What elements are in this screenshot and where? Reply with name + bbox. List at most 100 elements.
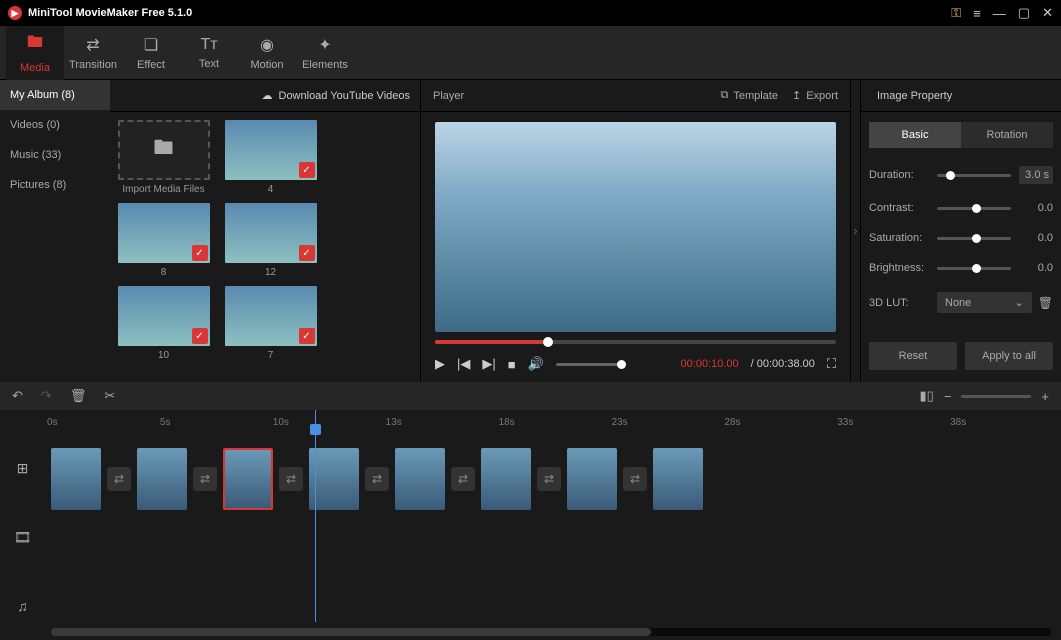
prev-frame-icon[interactable]: |◀ — [457, 356, 470, 372]
tab-elements[interactable]: ✦Elements — [296, 26, 354, 80]
sidebar-item[interactable]: Pictures (8) — [0, 170, 110, 200]
undo-icon[interactable]: ↶ — [12, 388, 23, 404]
add-track-icon[interactable]: ⊞ — [0, 434, 45, 503]
redo-icon[interactable]: ↷ — [41, 388, 52, 404]
tab-media[interactable]: 🖿Media — [6, 26, 64, 80]
import-media-button[interactable]: 🖿 — [118, 120, 210, 180]
transition-slot[interactable]: ⇄ — [107, 467, 131, 491]
property-title: Image Property — [865, 90, 952, 102]
contrast-label: Contrast: — [869, 202, 929, 214]
timeline-clip[interactable] — [481, 448, 531, 510]
media-item[interactable]: ✓8 — [116, 203, 211, 278]
contrast-slider[interactable] — [937, 207, 1011, 210]
timeline-clip[interactable] — [395, 448, 445, 510]
volume-icon[interactable]: 🔊 — [528, 356, 544, 372]
template-button[interactable]: ⧉ Template — [720, 89, 778, 102]
contrast-value: 0.0 — [1019, 202, 1053, 214]
snap-icon[interactable]: ▮▯ — [920, 388, 934, 404]
tab-transition[interactable]: ⇄Transition — [64, 26, 122, 80]
apply-all-button[interactable]: Apply to all — [965, 342, 1053, 370]
zoom-slider[interactable] — [961, 395, 1031, 398]
media-thumbnail[interactable]: ✓ — [225, 120, 317, 180]
next-frame-icon[interactable]: ▶| — [482, 356, 495, 372]
menu-icon[interactable]: ≡ — [973, 6, 981, 21]
play-icon[interactable]: ▶ — [435, 356, 445, 372]
delete-icon[interactable]: 🗑 — [70, 388, 87, 404]
media-thumbnail[interactable]: ✓ — [118, 203, 210, 263]
reset-button[interactable]: Reset — [869, 342, 957, 370]
transition-slot[interactable]: ⇄ — [623, 467, 647, 491]
sidebar-item[interactable]: Videos (0) — [0, 110, 110, 140]
timeline: ⊞ 🎞 ♫ 0s5s10s13s18s23s28s33s38s ⇄⇄⇄⇄⇄⇄⇄ — [0, 410, 1061, 640]
playhead[interactable] — [315, 410, 316, 622]
download-youtube-link[interactable]: ☁ Download YouTube Videos — [110, 80, 420, 112]
timeline-clip[interactable] — [137, 448, 187, 510]
split-icon[interactable]: ✂ — [104, 388, 115, 404]
duration-value[interactable]: 3.0 s — [1019, 166, 1053, 184]
sidebar-item[interactable]: My Album (8) — [0, 80, 110, 110]
stop-icon[interactable]: ■ — [508, 357, 516, 372]
zoom-out-icon[interactable]: − — [944, 389, 952, 404]
sidebar: My Album (8)Videos (0)Music (33)Pictures… — [0, 80, 110, 382]
minimize-icon[interactable]: — — [993, 6, 1006, 21]
brightness-slider[interactable] — [937, 267, 1011, 270]
key-icon[interactable]: ⚿ — [951, 5, 961, 21]
timeline-clip[interactable] — [309, 448, 359, 510]
timeline-clip[interactable] — [51, 448, 101, 510]
transition-slot[interactable]: ⇄ — [193, 467, 217, 491]
player-progress[interactable] — [435, 340, 836, 344]
saturation-slider[interactable] — [937, 237, 1011, 240]
elements-icon: ✦ — [318, 35, 331, 55]
ruler-tick: 13s — [384, 410, 497, 434]
transition-icon: ⇄ — [86, 35, 99, 55]
duration-slider[interactable] — [937, 174, 1011, 177]
lut-select[interactable]: None ⌄ — [937, 292, 1032, 313]
brightness-label: Brightness: — [869, 262, 929, 274]
video-track[interactable]: ⇄ ⇄ ⇄ ⇄ ⇄ ⇄ ⇄ — [45, 434, 1061, 524]
media-item[interactable]: ✓12 — [223, 203, 318, 278]
close-icon[interactable]: ✕ — [1042, 5, 1053, 21]
transition-slot[interactable]: ⇄ — [365, 467, 389, 491]
timeline-clip[interactable] — [567, 448, 617, 510]
fullscreen-icon[interactable]: ⛶ — [827, 356, 836, 372]
ruler-tick: 0s — [45, 410, 158, 434]
folder-icon: 🖿 — [27, 31, 43, 58]
tab-basic[interactable]: Basic — [869, 122, 961, 148]
audio-track-icon[interactable]: ♫ — [0, 571, 45, 640]
download-label: Download YouTube Videos — [279, 90, 411, 102]
player-panel: Player ⧉ Template ↥ Export ▶ |◀ ▶| ■ 🔊 0… — [420, 80, 851, 382]
trash-icon[interactable]: 🗑 — [1038, 296, 1053, 310]
timeline-ruler[interactable]: 0s5s10s13s18s23s28s33s38s — [45, 410, 1061, 434]
timeline-clip[interactable] — [653, 448, 703, 510]
transition-slot[interactable]: ⇄ — [279, 467, 303, 491]
time-total: / 00:00:38.00 — [751, 358, 815, 370]
media-item[interactable]: ✓4 — [223, 120, 318, 195]
transition-slot[interactable]: ⇄ — [537, 467, 561, 491]
player-title: Player — [433, 90, 706, 102]
transition-slot[interactable]: ⇄ — [451, 467, 475, 491]
zoom-in-icon[interactable]: + — [1041, 389, 1049, 404]
import-label: Import Media Files — [122, 184, 204, 195]
video-preview[interactable] — [435, 122, 836, 332]
timeline-clip[interactable] — [223, 448, 273, 510]
media-thumbnail[interactable]: ✓ — [225, 203, 317, 263]
tab-motion[interactable]: ◉Motion — [238, 26, 296, 80]
media-item[interactable]: ✓10 — [116, 286, 211, 361]
tab-effect[interactable]: ❏Effect — [122, 26, 180, 80]
sidebar-item[interactable]: Music (33) — [0, 140, 110, 170]
check-icon: ✓ — [299, 162, 315, 178]
tab-rotation[interactable]: Rotation — [961, 122, 1053, 148]
maximize-icon[interactable]: ▢ — [1018, 5, 1030, 21]
collapse-handle[interactable]: › — [851, 80, 861, 382]
volume-slider[interactable] — [556, 363, 626, 366]
audio-track[interactable] — [45, 524, 1061, 594]
media-item[interactable]: ✓7 — [223, 286, 318, 361]
media-grid: 🖿 Import Media Files ✓4✓8✓12✓10✓7 — [110, 112, 420, 382]
export-button[interactable]: ↥ Export — [792, 89, 838, 102]
check-icon: ✓ — [299, 328, 315, 344]
video-track-icon[interactable]: 🎞 — [0, 503, 45, 572]
media-thumbnail[interactable]: ✓ — [118, 286, 210, 346]
tab-text[interactable]: TᴛText — [180, 26, 238, 80]
timeline-scrollbar[interactable] — [51, 628, 1051, 636]
media-thumbnail[interactable]: ✓ — [225, 286, 317, 346]
